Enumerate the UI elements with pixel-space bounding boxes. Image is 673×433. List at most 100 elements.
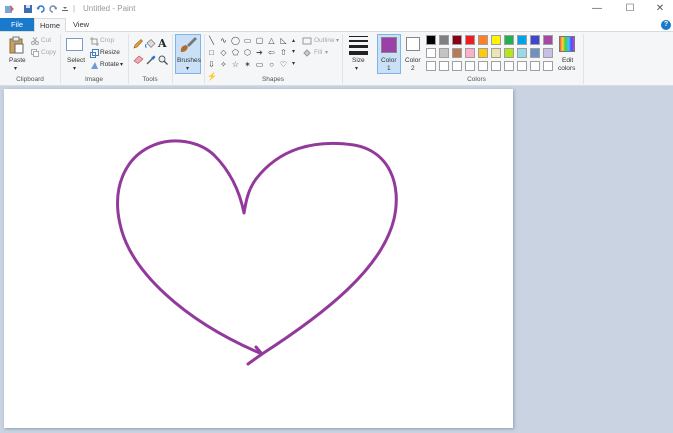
palette-swatch[interactable] [478,61,488,71]
palette-swatch[interactable] [530,48,540,58]
shape-option[interactable]: ⇦ [267,48,276,57]
palette-swatch[interactable] [439,61,449,71]
palette-swatch[interactable] [478,48,488,58]
shape-option[interactable]: ◺ [279,36,288,45]
maximize-button[interactable]: ☐ [619,2,641,16]
copy-button[interactable]: Copy [41,49,56,56]
text-tool-icon[interactable]: A [158,37,167,50]
color-palette [426,35,553,71]
palette-swatch[interactable] [426,61,436,71]
shape-option[interactable]: ∿ [219,36,228,45]
resize-button[interactable]: Resize [100,49,120,56]
palette-swatch[interactable] [439,48,449,58]
redo-icon[interactable] [48,4,58,14]
copy-icon [31,49,39,59]
palette-swatch[interactable] [426,35,436,45]
shape-option[interactable]: ✶ [243,60,252,69]
shape-option[interactable]: ⬡ [243,48,252,57]
palette-swatch[interactable] [543,61,553,71]
eraser-icon[interactable] [133,55,144,66]
palette-swatch[interactable] [504,48,514,58]
palette-swatch[interactable] [426,48,436,58]
outline-dropdown-icon[interactable]: ▾ [336,37,339,44]
palette-swatch[interactable] [543,35,553,45]
palette-swatch[interactable] [452,61,462,71]
tab-view[interactable]: View [66,18,96,31]
color-picker-icon[interactable] [146,55,156,67]
tab-file[interactable]: File [0,18,34,31]
paste-button[interactable] [7,36,25,56]
shape-option[interactable]: ◯ [231,36,240,45]
shape-option[interactable]: ○ [267,60,276,69]
palette-swatch[interactable] [530,61,540,71]
palette-swatch[interactable] [504,61,514,71]
palette-swatch[interactable] [491,35,501,45]
shape-option[interactable]: ➔ [255,48,264,57]
shape-option[interactable]: ⬠ [231,48,240,57]
paste-dropdown-icon[interactable]: ▾ [14,65,17,72]
palette-swatch[interactable] [452,35,462,45]
palette-swatch[interactable] [439,35,449,45]
heart-drawing [116,139,398,366]
brushes-label: Brushes [177,57,201,64]
palette-swatch[interactable] [517,61,527,71]
help-icon[interactable]: ? [661,20,671,30]
shapes-expand-icon[interactable]: ▾ [292,60,295,67]
palette-swatch[interactable] [530,35,540,45]
shape-option[interactable]: □ [207,48,216,57]
tab-home[interactable]: Home [34,18,66,32]
shape-option[interactable]: ♡ [279,60,288,69]
palette-swatch[interactable] [465,35,475,45]
save-icon[interactable] [23,4,33,14]
shape-option[interactable]: ╲ [207,36,216,45]
rotate-button[interactable]: Rotate [100,61,119,68]
close-button[interactable]: ✕ [649,2,671,16]
shapes-scroll-down-icon[interactable]: ▾ [292,48,295,55]
fill-dropdown-icon[interactable]: ▾ [325,49,328,56]
fill-button[interactable]: Fill [314,49,322,56]
select-icon[interactable] [66,38,83,51]
cut-button[interactable]: Cut [41,37,51,44]
rotate-dropdown-icon[interactable]: ▾ [120,61,123,68]
crop-button[interactable]: Crop [100,37,114,44]
palette-swatch[interactable] [543,48,553,58]
customize-toolbar-icon[interactable] [61,5,71,15]
shape-option[interactable]: ⇧ [279,48,288,57]
edit-colors-line2[interactable]: colors [558,65,575,72]
palette-swatch[interactable] [491,61,501,71]
shape-option[interactable]: ▭ [243,36,252,45]
shape-option[interactable]: ▭ [255,60,264,69]
shape-option[interactable]: ◇ [219,48,228,57]
drawing-canvas[interactable] [4,89,513,428]
shapes-scroll-up-icon[interactable]: ▴ [292,37,295,44]
brushes-dropdown-icon[interactable]: ▾ [186,65,189,72]
select-button[interactable]: Select [67,57,85,64]
pencil-icon[interactable] [133,39,143,51]
shape-option[interactable]: △ [267,36,276,45]
palette-swatch[interactable] [517,35,527,45]
magnifier-icon[interactable] [158,55,168,67]
minimize-button[interactable]: — [586,2,608,16]
resize-icon [90,49,99,60]
palette-swatch[interactable] [517,48,527,58]
undo-icon[interactable] [36,4,46,14]
size-dropdown-icon[interactable]: ▾ [355,65,358,72]
size-icon[interactable] [349,36,368,55]
palette-swatch[interactable] [452,48,462,58]
paint-app-icon [4,4,14,14]
shape-option[interactable]: ☆ [231,60,240,69]
tab-row [0,18,673,32]
shape-option[interactable]: ✧ [219,60,228,69]
palette-swatch[interactable] [478,35,488,45]
palette-swatch[interactable] [504,35,514,45]
palette-swatch[interactable] [465,61,475,71]
edit-colors-line1[interactable]: Edit [562,57,573,64]
outline-button[interactable]: Outline [314,37,335,44]
palette-swatch[interactable] [465,48,475,58]
palette-swatch[interactable] [491,48,501,58]
shape-option[interactable]: ⇩ [207,60,216,69]
fill-bucket-icon[interactable] [145,39,156,51]
select-dropdown-icon[interactable]: ▾ [73,65,76,72]
shape-option[interactable]: ▢ [255,36,264,45]
size-label: Size [352,57,365,64]
